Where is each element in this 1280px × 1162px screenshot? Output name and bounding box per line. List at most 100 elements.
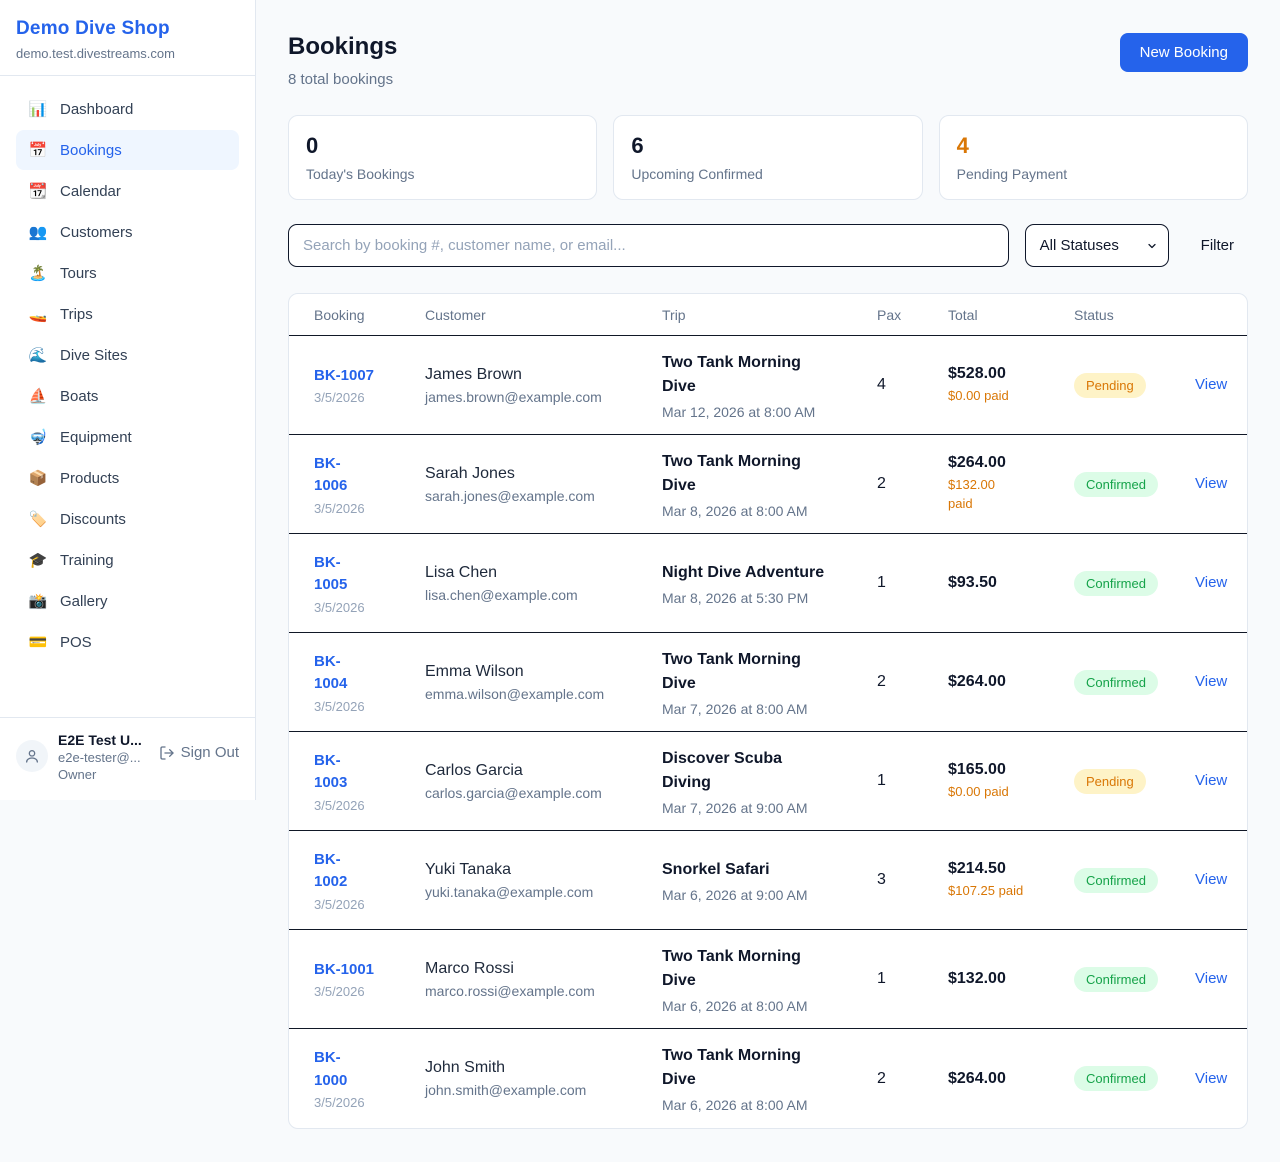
booking-id-link[interactable]: BK-1005 — [314, 552, 425, 597]
user-role: Owner — [58, 767, 149, 782]
booking-id-link[interactable]: BK-1000 — [314, 1047, 425, 1092]
brand-subdomain: demo.test.divestreams.com — [16, 46, 239, 61]
trip-cell: Two Tank Morning Dive Mar 12, 2026 at 8:… — [662, 351, 877, 420]
sidebar-item-trips[interactable]: 🚤 Trips — [16, 294, 239, 334]
customer-cell: Yuki Tanaka yuki.tanaka@example.com — [425, 861, 662, 900]
sidebar-item-gallery[interactable]: 📸 Gallery — [16, 581, 239, 621]
status-badge: Pending — [1074, 373, 1146, 398]
search-input[interactable] — [288, 224, 1009, 267]
sidebar-item-equipment[interactable]: 🤿 Equipment — [16, 417, 239, 457]
view-link[interactable]: View — [1195, 475, 1227, 492]
sidebar-item-discounts[interactable]: 🏷️ Discounts — [16, 499, 239, 539]
brand-title: Demo Dive Shop — [16, 18, 239, 40]
bookings-table: Booking Customer Trip Pax Total Status B… — [288, 293, 1248, 1129]
trip-cell: Two Tank Morning Dive Mar 6, 2026 at 8:0… — [662, 945, 877, 1014]
booking-cell: BK-1007 3/5/2026 — [314, 365, 425, 406]
status-cell: Confirmed — [1074, 868, 1195, 893]
booking-id-link[interactable]: BK-1006 — [314, 453, 425, 498]
sidebar-nav: 📊 Dashboard 📅 Bookings 📆 Calendar 👥 Cust… — [0, 76, 255, 717]
sign-out-button[interactable]: Sign Out — [159, 744, 239, 761]
booking-cell: BK-1005 3/5/2026 — [314, 552, 425, 615]
trip-cell: Night Dive Adventure Mar 8, 2026 at 5:30… — [662, 561, 877, 606]
sidebar-item-dashboard[interactable]: 📊 Dashboard — [16, 89, 239, 129]
status-cell: Pending — [1074, 373, 1195, 398]
customer-cell: Sarah Jones sarah.jones@example.com — [425, 465, 662, 504]
wave-icon: 🌊 — [28, 346, 48, 364]
sidebar-item-calendar[interactable]: 📆 Calendar — [16, 171, 239, 211]
column-header-booking: Booking — [314, 307, 425, 323]
total-amount: $132.00 — [948, 970, 1074, 988]
sidebar: Demo Dive Shop demo.test.divestreams.com… — [0, 0, 256, 800]
sidebar-item-bookings[interactable]: 📅 Bookings — [16, 130, 239, 170]
booking-cell: BK-1004 3/5/2026 — [314, 651, 425, 714]
customer-email: james.brown@example.com — [425, 389, 662, 405]
sidebar-item-tours[interactable]: 🏝️ Tours — [16, 253, 239, 293]
status-cell: Confirmed — [1074, 670, 1195, 695]
table-row: BK-1001 3/5/2026 Marco Rossi marco.rossi… — [289, 930, 1247, 1029]
customer-name: Lisa Chen — [425, 564, 662, 582]
column-header-customer: Customer — [425, 307, 662, 323]
filter-button[interactable]: Filter — [1201, 237, 1234, 254]
sidebar-item-customers[interactable]: 👥 Customers — [16, 212, 239, 252]
stat-label: Today's Bookings — [306, 166, 579, 182]
status-cell: Confirmed — [1074, 571, 1195, 596]
trip-datetime: Mar 8, 2026 at 8:00 AM — [662, 503, 877, 519]
avatar — [16, 740, 48, 772]
trip-name: Two Tank Morning Dive — [662, 945, 834, 993]
pax-value: 2 — [877, 475, 948, 493]
trip-datetime: Mar 7, 2026 at 8:00 AM — [662, 701, 877, 717]
new-booking-button[interactable]: New Booking — [1120, 33, 1248, 72]
status-cell: Confirmed — [1074, 1066, 1195, 1091]
sidebar-item-boats[interactable]: ⛵ Boats — [16, 376, 239, 416]
booking-id-link[interactable]: BK-1007 — [314, 365, 425, 388]
trip-datetime: Mar 8, 2026 at 5:30 PM — [662, 590, 877, 606]
stat-value: 4 — [957, 133, 1230, 159]
sidebar-item-pos[interactable]: 💳 POS — [16, 622, 239, 662]
view-link[interactable]: View — [1195, 376, 1227, 393]
stat-card-upcoming-confirmed: 6 Upcoming Confirmed — [613, 115, 922, 200]
status-select[interactable]: All Statuses — [1025, 224, 1169, 267]
total-cell: $264.00 $132.00paid — [948, 454, 1074, 514]
customer-name: Marco Rossi — [425, 960, 662, 978]
booking-id-link[interactable]: BK-1004 — [314, 651, 425, 696]
customer-email: sarah.jones@example.com — [425, 488, 662, 504]
sidebar-item-products[interactable]: 📦 Products — [16, 458, 239, 498]
bar-chart-icon: 📊 — [28, 100, 48, 118]
sidebar-item-label: Tours — [60, 265, 97, 282]
chevron-down-icon — [1146, 240, 1158, 252]
sidebar-item-label: Discounts — [60, 511, 126, 528]
pax-value: 2 — [877, 1070, 948, 1088]
view-cell: View — [1195, 970, 1247, 988]
sidebar-item-dive-sites[interactable]: 🌊 Dive Sites — [16, 335, 239, 375]
sidebar-item-training[interactable]: 🎓 Training — [16, 540, 239, 580]
view-link[interactable]: View — [1195, 970, 1227, 987]
customer-cell: James Brown james.brown@example.com — [425, 366, 662, 405]
total-amount: $264.00 — [948, 1070, 1074, 1088]
booking-id-link[interactable]: BK-1003 — [314, 750, 425, 795]
customer-name: John Smith — [425, 1059, 662, 1077]
sidebar-item-label: Trips — [60, 306, 93, 323]
trip-datetime: Mar 7, 2026 at 9:00 AM — [662, 800, 877, 816]
total-cell: $132.00 — [948, 970, 1074, 988]
booking-id-link[interactable]: BK-1001 — [314, 959, 425, 982]
tear-off-calendar-icon: 📆 — [28, 182, 48, 200]
brand-block: Demo Dive Shop demo.test.divestreams.com — [0, 0, 255, 76]
booking-id-link[interactable]: BK-1002 — [314, 849, 425, 894]
pax-value: 1 — [877, 970, 948, 988]
total-amount: $165.00 — [948, 761, 1074, 779]
trip-name: Snorkel Safari — [662, 858, 834, 882]
person-icon — [24, 748, 40, 764]
view-link[interactable]: View — [1195, 871, 1227, 888]
view-link[interactable]: View — [1195, 772, 1227, 789]
booking-cell: BK-1003 3/5/2026 — [314, 750, 425, 813]
total-cell: $264.00 — [948, 1070, 1074, 1088]
view-link[interactable]: View — [1195, 1070, 1227, 1087]
column-header-pax: Pax — [877, 307, 948, 323]
total-cell: $93.50 — [948, 574, 1074, 592]
view-link[interactable]: View — [1195, 574, 1227, 591]
calendar-icon: 📅 — [28, 141, 48, 159]
booking-cell: BK-1002 3/5/2026 — [314, 849, 425, 912]
sidebar-item-label: Bookings — [60, 142, 122, 159]
customer-name: Yuki Tanaka — [425, 861, 662, 879]
view-link[interactable]: View — [1195, 673, 1227, 690]
